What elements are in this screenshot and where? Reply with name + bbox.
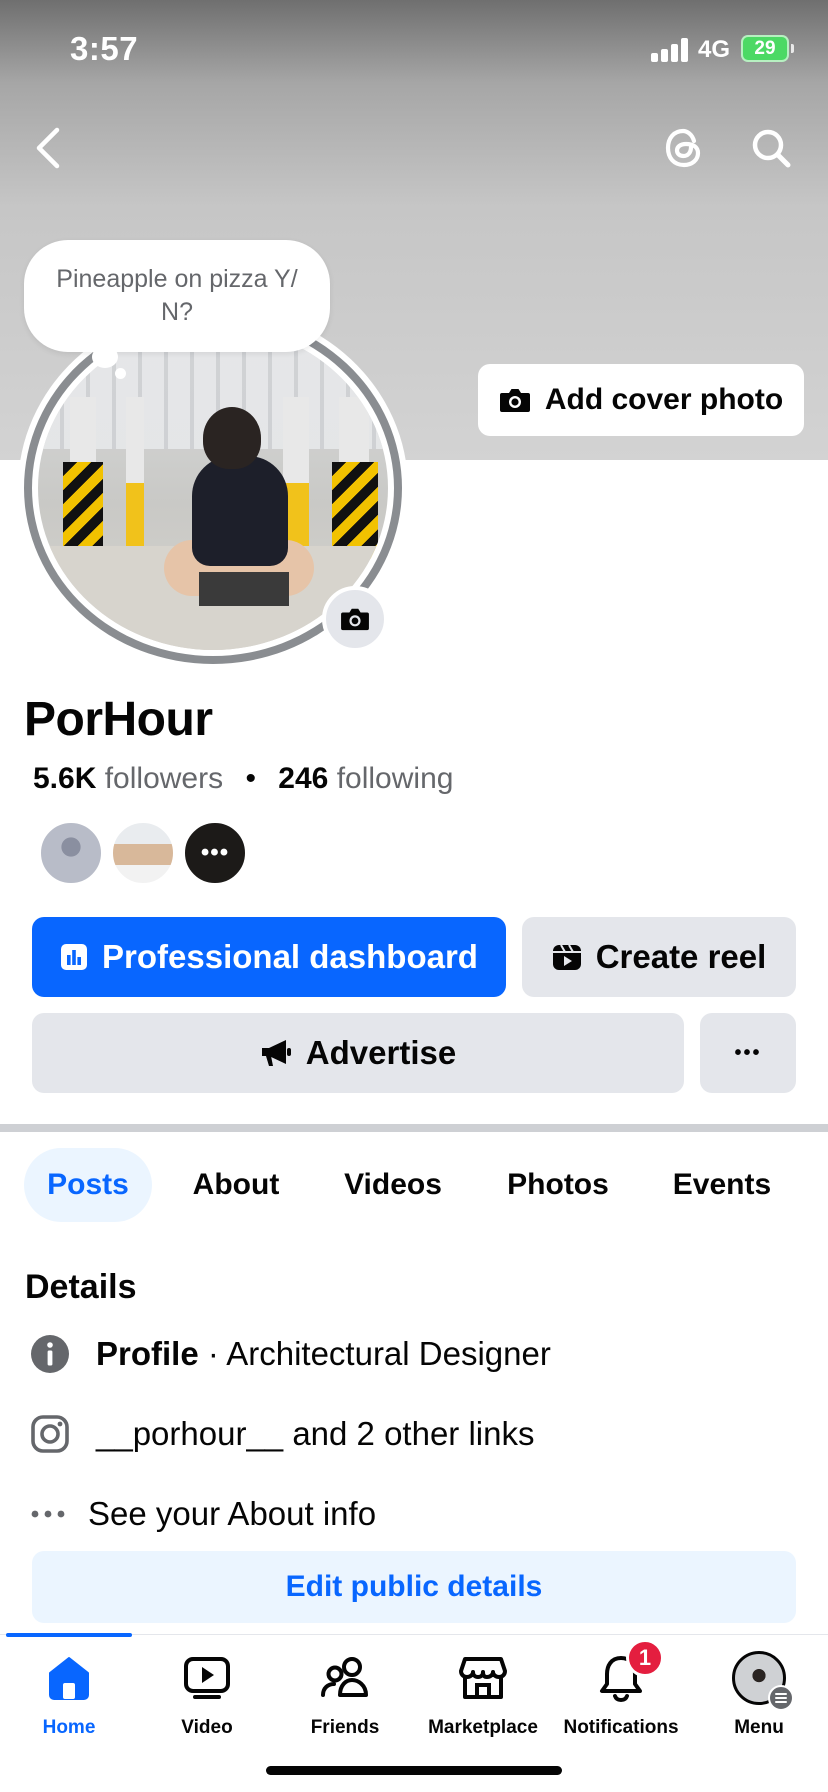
home-indicator: [266, 1766, 562, 1775]
advertise-label: Advertise: [305, 1034, 457, 1071]
more-followers-button[interactable]: •••: [182, 820, 248, 886]
edit-public-details-button[interactable]: Edit public details: [32, 1551, 796, 1623]
profile-note-text: Pineapple on pizza Y/ N?: [56, 265, 298, 326]
follow-stats: 5.6K followers • 246 following: [33, 762, 453, 796]
more-options-button[interactable]: •••: [700, 1013, 796, 1093]
more-dots-icon: •••: [200, 839, 230, 866]
followers-count[interactable]: 5.6K: [33, 762, 96, 795]
more-dots-icon: [28, 1492, 68, 1536]
nav-marketplace[interactable]: Marketplace: [414, 1649, 552, 1749]
tab-photos[interactable]: Photos: [488, 1148, 628, 1222]
section-divider: [0, 1124, 828, 1132]
change-profile-picture-button[interactable]: [322, 586, 388, 652]
tab-videos[interactable]: Videos: [324, 1148, 462, 1222]
nav-video-label: Video: [181, 1717, 233, 1738]
note-tail-dot: [92, 346, 118, 368]
nav-menu-label: Menu: [734, 1717, 784, 1738]
follower-avatar[interactable]: [38, 820, 104, 886]
nav-video[interactable]: Video: [138, 1649, 276, 1749]
status-bar: 3:57 4G 29: [0, 0, 828, 100]
nav-home[interactable]: Home: [0, 1649, 138, 1749]
advertise-button[interactable]: Advertise: [32, 1013, 684, 1093]
detail-profile-type: Profile · Architectural Designer: [28, 1332, 551, 1376]
back-button[interactable]: [20, 120, 76, 176]
home-icon: [40, 1649, 98, 1707]
reel-icon: [552, 944, 581, 970]
active-tab-indicator: [6, 1633, 132, 1637]
details-heading: Details: [25, 1268, 137, 1306]
create-reel-button[interactable]: Create reel: [522, 917, 796, 997]
more-dots-icon: •••: [734, 1041, 762, 1064]
detail-links[interactable]: __porhour__ and 2 other links: [28, 1412, 534, 1456]
nav-marketplace-label: Marketplace: [428, 1717, 538, 1738]
battery-icon: 29: [741, 35, 789, 62]
detail-profile-value: · Architectural Designer: [207, 1335, 551, 1372]
see-about-info-row[interactable]: See your About info: [28, 1492, 376, 1536]
status-time: 3:57: [70, 30, 139, 67]
notification-badge: 1: [626, 1639, 664, 1677]
camera-icon: [499, 389, 530, 412]
network-type: 4G: [698, 36, 731, 63]
nav-notifications[interactable]: 1 Notifications: [552, 1639, 690, 1749]
camera-icon: [341, 608, 369, 631]
friends-icon: [316, 1649, 374, 1707]
profile-name: PorHour: [24, 693, 213, 746]
search-icon: [752, 129, 791, 168]
threads-button[interactable]: [656, 120, 712, 176]
marketplace-icon: [454, 1649, 512, 1707]
detail-links-text: __porhour__ and 2 other links: [96, 1415, 535, 1452]
profile-tabs: Posts About Videos Photos Events: [0, 1148, 828, 1222]
see-about-info-text: See your About info: [88, 1495, 377, 1532]
create-reel-label: Create reel: [595, 938, 767, 975]
tab-events[interactable]: Events: [654, 1148, 790, 1222]
following-count[interactable]: 246: [278, 762, 328, 795]
instagram-icon: [28, 1412, 72, 1456]
follower-avatar[interactable]: [110, 820, 176, 886]
professional-dashboard-button[interactable]: Professional dashboard: [32, 917, 506, 997]
edit-public-details-label: Edit public details: [285, 1570, 543, 1603]
following-label[interactable]: following: [337, 762, 454, 795]
add-cover-photo-label: Add cover photo: [544, 383, 784, 416]
professional-dashboard-label: Professional dashboard: [102, 938, 478, 975]
megaphone-icon: [261, 1040, 291, 1066]
stats-separator: •: [245, 762, 256, 795]
hamburger-icon: [768, 1685, 794, 1711]
note-tail-dot-small: [115, 368, 126, 379]
nav-friends-label: Friends: [310, 1717, 380, 1738]
info-icon: [28, 1332, 72, 1376]
nav-menu[interactable]: Menu: [690, 1649, 828, 1749]
search-button[interactable]: [743, 120, 799, 176]
detail-profile-label: Profile: [96, 1335, 199, 1372]
chevron-left-icon: [36, 127, 60, 169]
threads-icon: [665, 128, 701, 168]
menu-icon: [730, 1649, 794, 1711]
tab-about[interactable]: About: [172, 1148, 300, 1222]
followers-label[interactable]: followers: [105, 762, 223, 795]
nav-notifications-label: Notifications: [563, 1717, 679, 1738]
battery-level: 29: [754, 38, 776, 59]
add-cover-photo-button[interactable]: Add cover photo: [478, 364, 804, 436]
tab-posts[interactable]: Posts: [24, 1148, 152, 1222]
video-icon: [178, 1649, 236, 1707]
nav-home-label: Home: [42, 1717, 96, 1738]
profile-note-bubble[interactable]: Pineapple on pizza Y/ N?: [24, 240, 330, 352]
signal-icon: [651, 38, 691, 62]
bell-icon: 1: [592, 1639, 664, 1707]
nav-friends[interactable]: Friends: [276, 1649, 414, 1749]
dashboard-icon: [61, 944, 88, 970]
battery-nub: [791, 44, 794, 53]
